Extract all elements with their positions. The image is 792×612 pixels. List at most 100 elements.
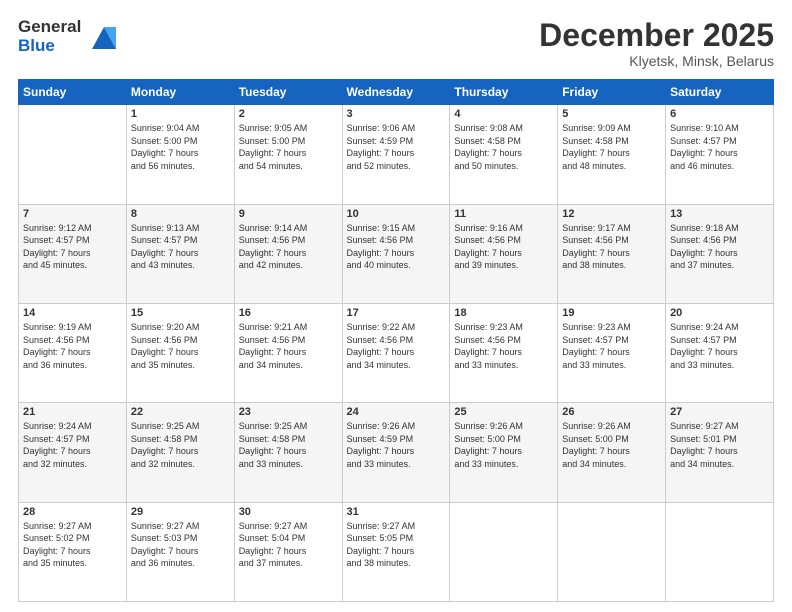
day-number: 24 xyxy=(347,406,446,418)
day-info: Sunrise: 9:27 AM Sunset: 5:03 PM Dayligh… xyxy=(131,520,230,570)
day-info: Sunrise: 9:13 AM Sunset: 4:57 PM Dayligh… xyxy=(131,222,230,272)
table-row: 30 Sunrise: 9:27 AM Sunset: 5:04 PM Dayli… xyxy=(234,502,342,601)
logo-blue: Blue xyxy=(18,37,81,56)
day-number: 13 xyxy=(670,208,769,220)
header-monday: Monday xyxy=(126,80,234,105)
day-number: 23 xyxy=(239,406,338,418)
table-row: 14 Sunrise: 9:19 AM Sunset: 4:56 PM Dayli… xyxy=(19,303,127,402)
day-info: Sunrise: 9:17 AM Sunset: 4:56 PM Dayligh… xyxy=(562,222,661,272)
table-row: 23 Sunrise: 9:25 AM Sunset: 4:58 PM Dayli… xyxy=(234,403,342,502)
logo-icon xyxy=(84,21,116,53)
table-row: 11 Sunrise: 9:16 AM Sunset: 4:56 PM Dayli… xyxy=(450,204,558,303)
header-wednesday: Wednesday xyxy=(342,80,450,105)
page: General Blue December 2025 Klyetsk, Mins… xyxy=(0,0,792,612)
table-row: 4Sunrise: 9:08 AM Sunset: 4:58 PM Daylig… xyxy=(450,105,558,204)
table-row: 12 Sunrise: 9:17 AM Sunset: 4:56 PM Dayli… xyxy=(558,204,666,303)
day-info: Sunrise: 9:27 AM Sunset: 5:02 PM Dayligh… xyxy=(23,520,122,570)
day-info: Sunrise: 9:27 AM Sunset: 5:01 PM Dayligh… xyxy=(670,420,769,470)
day-number: 8 xyxy=(131,208,230,220)
day-number: 22 xyxy=(131,406,230,418)
day-info: Sunrise: 9:14 AM Sunset: 4:56 PM Dayligh… xyxy=(239,222,338,272)
logo-text: General Blue xyxy=(18,18,116,55)
day-number: 6 xyxy=(670,108,769,120)
table-row: 17 Sunrise: 9:22 AM Sunset: 4:56 PM Dayli… xyxy=(342,303,450,402)
day-number: 18 xyxy=(454,307,553,319)
day-number: 14 xyxy=(23,307,122,319)
table-row: 3 Sunrise: 9:06 AM Sunset: 4:59 PM Daylig… xyxy=(342,105,450,204)
table-row: 7 Sunrise: 9:12 AM Sunset: 4:57 PM Daylig… xyxy=(19,204,127,303)
table-row: 6 Sunrise: 9:10 AM Sunset: 4:57 PM Daylig… xyxy=(666,105,774,204)
day-number: 28 xyxy=(23,506,122,518)
day-number: 11 xyxy=(454,208,553,220)
day-number: 2 xyxy=(239,108,338,120)
day-info: Sunrise: 9:16 AM Sunset: 4:56 PM Dayligh… xyxy=(454,222,553,272)
day-info: Sunrise: 9:04 AM Sunset: 5:00 PM Dayligh… xyxy=(131,122,230,172)
table-row: 13 Sunrise: 9:18 AM Sunset: 4:56 PM Dayli… xyxy=(666,204,774,303)
day-info: Sunrise: 9:18 AM Sunset: 4:56 PM Dayligh… xyxy=(670,222,769,272)
month-title: December 2025 xyxy=(539,18,774,53)
calendar-week-5: 28 Sunrise: 9:27 AM Sunset: 5:02 PM Dayli… xyxy=(19,502,774,601)
header-thursday: Thursday xyxy=(450,80,558,105)
day-info: Sunrise: 9:15 AM Sunset: 4:56 PM Dayligh… xyxy=(347,222,446,272)
table-row: 22 Sunrise: 9:25 AM Sunset: 4:58 PM Dayli… xyxy=(126,403,234,502)
day-number: 9 xyxy=(239,208,338,220)
table-row: 9 Sunrise: 9:14 AM Sunset: 4:56 PM Daylig… xyxy=(234,204,342,303)
header-sunday: Sunday xyxy=(19,80,127,105)
day-number: 3 xyxy=(347,108,446,120)
calendar-week-2: 7 Sunrise: 9:12 AM Sunset: 4:57 PM Daylig… xyxy=(19,204,774,303)
day-number: 30 xyxy=(239,506,338,518)
day-info: Sunrise: 9:09 AM Sunset: 4:58 PM Dayligh… xyxy=(562,122,661,172)
table-row: 2Sunrise: 9:05 AM Sunset: 5:00 PM Daylig… xyxy=(234,105,342,204)
day-info: Sunrise: 9:25 AM Sunset: 4:58 PM Dayligh… xyxy=(131,420,230,470)
table-row xyxy=(19,105,127,204)
day-info: Sunrise: 9:06 AM Sunset: 4:59 PM Dayligh… xyxy=(347,122,446,172)
logo: General Blue xyxy=(18,18,116,55)
table-row: 5 Sunrise: 9:09 AM Sunset: 4:58 PM Daylig… xyxy=(558,105,666,204)
day-info: Sunrise: 9:12 AM Sunset: 4:57 PM Dayligh… xyxy=(23,222,122,272)
table-row xyxy=(666,502,774,601)
logo-general: General xyxy=(18,18,81,37)
day-number: 15 xyxy=(131,307,230,319)
day-number: 31 xyxy=(347,506,446,518)
day-number: 12 xyxy=(562,208,661,220)
table-row: 26Sunrise: 9:26 AM Sunset: 5:00 PM Dayli… xyxy=(558,403,666,502)
table-row: 25Sunrise: 9:26 AM Sunset: 5:00 PM Dayli… xyxy=(450,403,558,502)
table-row: 8 Sunrise: 9:13 AM Sunset: 4:57 PM Daylig… xyxy=(126,204,234,303)
location-subtitle: Klyetsk, Minsk, Belarus xyxy=(539,53,774,69)
calendar-week-3: 14 Sunrise: 9:19 AM Sunset: 4:56 PM Dayli… xyxy=(19,303,774,402)
table-row: 19 Sunrise: 9:23 AM Sunset: 4:57 PM Dayli… xyxy=(558,303,666,402)
day-number: 4 xyxy=(454,108,553,120)
day-info: Sunrise: 9:27 AM Sunset: 5:05 PM Dayligh… xyxy=(347,520,446,570)
table-row: 16Sunrise: 9:21 AM Sunset: 4:56 PM Dayli… xyxy=(234,303,342,402)
day-number: 19 xyxy=(562,307,661,319)
day-info: Sunrise: 9:19 AM Sunset: 4:56 PM Dayligh… xyxy=(23,321,122,371)
table-row: 27Sunrise: 9:27 AM Sunset: 5:01 PM Dayli… xyxy=(666,403,774,502)
table-row: 15 Sunrise: 9:20 AM Sunset: 4:56 PM Dayli… xyxy=(126,303,234,402)
day-info: Sunrise: 9:22 AM Sunset: 4:56 PM Dayligh… xyxy=(347,321,446,371)
day-number: 17 xyxy=(347,307,446,319)
day-info: Sunrise: 9:23 AM Sunset: 4:56 PM Dayligh… xyxy=(454,321,553,371)
title-block: December 2025 Klyetsk, Minsk, Belarus xyxy=(539,18,774,69)
table-row: 10Sunrise: 9:15 AM Sunset: 4:56 PM Dayli… xyxy=(342,204,450,303)
table-row: 24Sunrise: 9:26 AM Sunset: 4:59 PM Dayli… xyxy=(342,403,450,502)
table-row: 20Sunrise: 9:24 AM Sunset: 4:57 PM Dayli… xyxy=(666,303,774,402)
day-number: 5 xyxy=(562,108,661,120)
day-info: Sunrise: 9:10 AM Sunset: 4:57 PM Dayligh… xyxy=(670,122,769,172)
day-info: Sunrise: 9:20 AM Sunset: 4:56 PM Dayligh… xyxy=(131,321,230,371)
calendar-header-row: Sunday Monday Tuesday Wednesday Thursday… xyxy=(19,80,774,105)
table-row: 18 Sunrise: 9:23 AM Sunset: 4:56 PM Dayli… xyxy=(450,303,558,402)
table-row: 31 Sunrise: 9:27 AM Sunset: 5:05 PM Dayli… xyxy=(342,502,450,601)
header-tuesday: Tuesday xyxy=(234,80,342,105)
day-number: 21 xyxy=(23,406,122,418)
day-number: 7 xyxy=(23,208,122,220)
calendar-week-4: 21Sunrise: 9:24 AM Sunset: 4:57 PM Dayli… xyxy=(19,403,774,502)
header-saturday: Saturday xyxy=(666,80,774,105)
header: General Blue December 2025 Klyetsk, Mins… xyxy=(18,18,774,69)
day-info: Sunrise: 9:23 AM Sunset: 4:57 PM Dayligh… xyxy=(562,321,661,371)
day-info: Sunrise: 9:21 AM Sunset: 4:56 PM Dayligh… xyxy=(239,321,338,371)
calendar-week-1: 1Sunrise: 9:04 AM Sunset: 5:00 PM Daylig… xyxy=(19,105,774,204)
day-info: Sunrise: 9:25 AM Sunset: 4:58 PM Dayligh… xyxy=(239,420,338,470)
calendar-table: Sunday Monday Tuesday Wednesday Thursday… xyxy=(18,79,774,602)
day-info: Sunrise: 9:27 AM Sunset: 5:04 PM Dayligh… xyxy=(239,520,338,570)
day-number: 29 xyxy=(131,506,230,518)
